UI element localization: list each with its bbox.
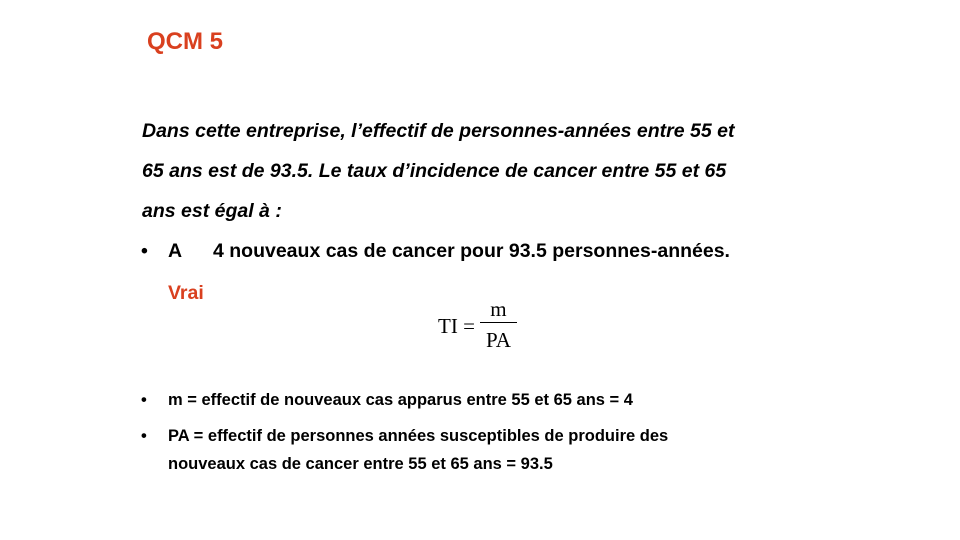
slide-title: QCM 5 (147, 28, 224, 55)
incidence-formula: TI = m PA (438, 296, 517, 357)
answer-option-a: • A 4 nouveaux cas de cancer pour 93.5 per… (141, 240, 730, 263)
definition-pa: • PA = effectif de personnes années susce… (141, 422, 668, 478)
answer-letter: A (168, 240, 183, 262)
formula-lhs: TI = (438, 314, 475, 338)
formula-fraction: m PA (479, 296, 517, 357)
definition-pa-line-2: nouveaux cas de cancer entre 55 et 65 an… (168, 455, 553, 473)
formula-numerator: m (490, 297, 507, 321)
answer-verdict: Vrai (168, 282, 204, 304)
question-line-1: Dans cette entreprise, l’effectif de per… (142, 120, 735, 142)
formula-denominator: PA (485, 328, 511, 352)
bullet-icon: • (141, 391, 147, 409)
question-line-2: 65 ans est de 93.5. Le taux d’incidence … (142, 160, 727, 182)
definition-m: • m = effectif de nouveaux cas apparus en… (141, 386, 633, 414)
definition-pa-line-1: PA = effectif de personnes années suscep… (168, 427, 669, 445)
answer-text: 4 nouveaux cas de cancer pour 93.5 perso… (213, 240, 730, 262)
definition-m-line-1: m = effectif de nouveaux cas apparus ent… (168, 391, 633, 409)
question-text: Dans cette entreprise, l’effectif de per… (142, 111, 842, 231)
bullet-icon: • (141, 427, 147, 445)
bullet-icon: • (141, 240, 148, 262)
slide: QCM 5 Dans cette entreprise, l’effectif … (0, 0, 960, 540)
question-line-3: ans est égal à : (142, 200, 282, 222)
